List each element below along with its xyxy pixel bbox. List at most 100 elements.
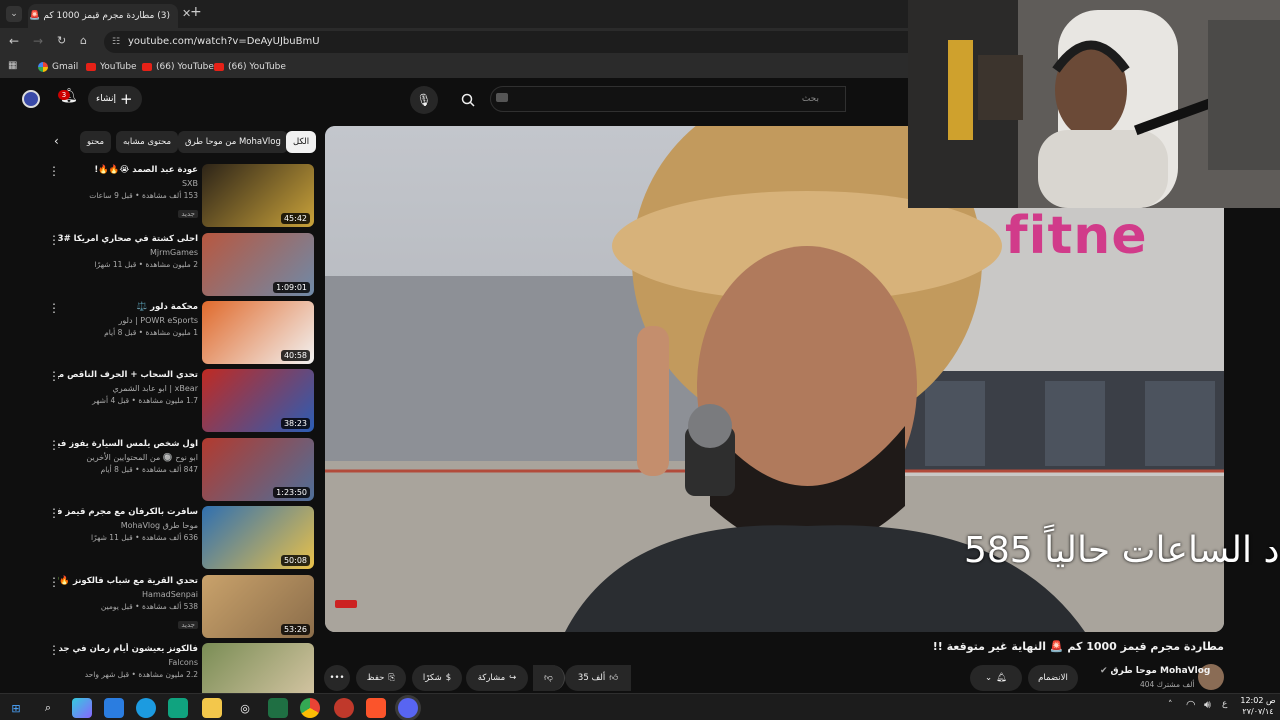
bookmark-youtube-66[interactable]: (66) YouTube bbox=[142, 60, 214, 74]
channel-name[interactable]: xBear | ابو عابد الشمري bbox=[58, 383, 198, 395]
forward-icon[interactable]: → bbox=[33, 34, 43, 48]
video-thumbnail[interactable]: 1:09:01 bbox=[202, 233, 314, 296]
file-explorer-icon[interactable] bbox=[202, 698, 222, 718]
avatar[interactable] bbox=[22, 90, 40, 108]
video-thumbnail[interactable]: 45:42 bbox=[202, 164, 314, 227]
list-item[interactable]: 40:58 محكمة دلور ⚖️ POWR eSports | دلور 1 م… bbox=[40, 301, 315, 367]
bookmark-youtube[interactable]: YouTube bbox=[86, 60, 137, 74]
video-thumbnail[interactable]: 38:23 bbox=[202, 369, 314, 432]
webcam-overlay bbox=[908, 0, 1280, 208]
edge-icon[interactable] bbox=[136, 698, 156, 718]
chip-similar-2[interactable]: محتو bbox=[80, 131, 111, 153]
channel-name[interactable]: ✔ موحا طرق MohaVlog bbox=[1100, 666, 1210, 676]
chevron-left-icon[interactable]: ‹ bbox=[54, 134, 59, 148]
store-icon[interactable] bbox=[104, 698, 124, 718]
wifi-icon[interactable]: ◠ bbox=[1186, 698, 1196, 711]
start-icon[interactable]: ⊞ bbox=[6, 698, 26, 718]
more-icon[interactable]: ⋮ bbox=[48, 507, 60, 519]
chrome-icon[interactable] bbox=[300, 698, 320, 718]
system-clock[interactable]: 12:02 ص ٢٧/٠٧/١٤ bbox=[1238, 695, 1278, 717]
video-title[interactable]: تحدي السحاب + الحرف الناقص مع سوبمي واعض… bbox=[58, 369, 198, 381]
language-indicator[interactable]: ع bbox=[1222, 699, 1227, 709]
video-thumbnail[interactable]: 50:08 bbox=[202, 506, 314, 569]
duration-badge: 38:23 bbox=[280, 418, 310, 429]
duration-badge: 1:09:01 bbox=[273, 282, 310, 293]
more-icon[interactable]: ⋮ bbox=[48, 234, 60, 246]
chevron-down-icon: ⌄ bbox=[985, 673, 993, 683]
home-icon[interactable]: ⌂ bbox=[80, 34, 87, 47]
view-count: 2 مليون مشاهدة • قبل 11 شهرًا bbox=[94, 260, 198, 269]
thanks-button[interactable]: شكرًا $ bbox=[412, 665, 462, 691]
list-item[interactable]: 1:09:01 احلى كشتة في صحاري امريكا #23 Mjrm… bbox=[40, 233, 315, 299]
more-icon[interactable]: ⋮ bbox=[48, 370, 60, 382]
more-actions-button[interactable]: ••• bbox=[324, 665, 350, 691]
more-icon[interactable]: ⋮ bbox=[48, 439, 60, 451]
subscribe-button[interactable]: ⌄ 🔔︎ bbox=[970, 665, 1022, 691]
search-input[interactable]: بحث bbox=[490, 86, 846, 112]
list-item[interactable]: 1:23:50 اول شخص يلمس السيارة يفوز فيها!🏆 … bbox=[40, 438, 315, 504]
video-title[interactable]: فالكونز يعيشون أيام زمان في جدة 📜 bbox=[58, 643, 198, 655]
reload-icon[interactable]: ↻ bbox=[57, 34, 66, 47]
chip-all[interactable]: الكل bbox=[286, 131, 317, 153]
discord-icon[interactable] bbox=[398, 698, 418, 718]
more-icon[interactable]: ⋮ bbox=[48, 644, 60, 656]
tab-search-icon[interactable]: ⌄ bbox=[6, 6, 22, 22]
channel-name[interactable]: Falcons bbox=[58, 657, 198, 669]
list-item[interactable]: 53:26 تحدي القرية مع شباب فالكونز 🔥💚 Hamad… bbox=[40, 575, 315, 641]
video-thumbnail[interactable]: 40:58 bbox=[202, 301, 314, 364]
brave-icon[interactable] bbox=[366, 698, 386, 718]
volume-icon[interactable]: 🔊︎ bbox=[1204, 698, 1211, 712]
channel-name[interactable]: MjrmGames bbox=[58, 247, 198, 259]
video-meta: عودة عبد الصمد 😭🔥🔥! SXB 153 ألف مشاهدة • ق… bbox=[58, 164, 198, 220]
browser-tab[interactable]: (3) مطاردة مجرم قيمز 1000 كم 🚨 bbox=[28, 4, 178, 28]
video-thumbnail[interactable]: 1:23:50 bbox=[202, 438, 314, 501]
share-button[interactable]: مشاركة ↪ bbox=[466, 665, 528, 691]
bookmark-gmail[interactable]: Gmail bbox=[38, 60, 78, 74]
channel-name[interactable]: HamadSenpai bbox=[58, 589, 198, 601]
more-icon[interactable]: ⋮ bbox=[48, 165, 60, 177]
join-button[interactable]: الانضمام bbox=[1028, 665, 1078, 691]
more-icon[interactable]: ⋮ bbox=[48, 576, 60, 588]
channel-name[interactable]: POWR eSports | دلور bbox=[58, 315, 198, 327]
video-title[interactable]: اول شخص يلمس السيارة يفوز فيها!🏆 #2!! bbox=[58, 438, 198, 450]
chip-from-channel[interactable]: من موحا طرق MohaVlog bbox=[178, 131, 288, 153]
copilot-icon[interactable] bbox=[72, 698, 92, 718]
apps-grid-icon[interactable]: ▦ bbox=[8, 60, 17, 71]
channel-name[interactable]: ابو نوح 🔘 من المحتوايين الأخرين bbox=[58, 452, 198, 464]
list-item[interactable]: 45:42 عودة عبد الصمد 😭🔥🔥! SXB 153 ألف مشاهد… bbox=[40, 164, 315, 230]
search-button[interactable] bbox=[454, 86, 482, 114]
save-button[interactable]: حفظ ⎘ bbox=[356, 665, 406, 691]
list-item[interactable]: 38:23 تحدي السحاب + الحرف الناقص مع سوبمي… bbox=[40, 369, 315, 435]
back-icon[interactable]: ← bbox=[9, 34, 19, 48]
video-title[interactable]: عودة عبد الصمد 😭🔥🔥! bbox=[58, 164, 198, 176]
channel-name[interactable]: SXB bbox=[58, 178, 198, 190]
video-title[interactable]: سافرت بالكرفان مع مجرم قيمز في أمريكا us… bbox=[58, 506, 198, 518]
like-button[interactable]: 35 ألف 👍︎ bbox=[565, 665, 631, 691]
keyboard-icon[interactable] bbox=[496, 93, 508, 102]
chevron-up-icon[interactable]: ˄ bbox=[1168, 700, 1173, 710]
video-title[interactable]: تحدي القرية مع شباب فالكونز 🔥💚 bbox=[58, 575, 198, 587]
bookmark-youtube-66-2[interactable]: (66) YouTube bbox=[214, 60, 286, 74]
video-title[interactable]: محكمة دلور ⚖️ bbox=[58, 301, 198, 313]
list-item[interactable]: 50:08 سافرت بالكرفان مع مجرم قيمز في أمري… bbox=[40, 506, 315, 572]
video-thumbnail[interactable]: 53:26 bbox=[202, 575, 314, 638]
app-icon-3[interactable] bbox=[334, 698, 354, 718]
excel-icon[interactable] bbox=[268, 698, 288, 718]
site-info-icon[interactable]: ☷ bbox=[112, 31, 120, 53]
voice-search-button[interactable]: 🎙︎ bbox=[410, 86, 438, 114]
more-icon: ••• bbox=[329, 673, 345, 683]
search-icon[interactable]: ⌕ bbox=[38, 698, 58, 718]
view-count: 153 ألف مشاهدة • قبل 9 ساعات bbox=[89, 191, 198, 200]
chip-similar[interactable]: محتوى مشابه bbox=[116, 131, 178, 153]
channel-name[interactable]: موحا طرق MohaVlog bbox=[58, 520, 198, 532]
search-icon bbox=[461, 93, 475, 107]
app-icon-1[interactable] bbox=[168, 698, 188, 718]
app-icon-2[interactable]: ◎ bbox=[235, 698, 255, 718]
more-icon[interactable]: ⋮ bbox=[48, 302, 60, 314]
create-button[interactable]: إنشاء + bbox=[88, 86, 142, 112]
video-title[interactable]: احلى كشتة في صحاري امريكا #23 bbox=[58, 233, 198, 245]
dislike-button[interactable]: 👎︎ bbox=[533, 665, 565, 691]
new-tab-icon[interactable]: + bbox=[190, 4, 202, 20]
omnibox[interactable]: ☷ youtube.com/watch?v=DeAyUJbuBmU bbox=[104, 31, 924, 53]
duration-badge: 1:23:50 bbox=[273, 487, 310, 498]
